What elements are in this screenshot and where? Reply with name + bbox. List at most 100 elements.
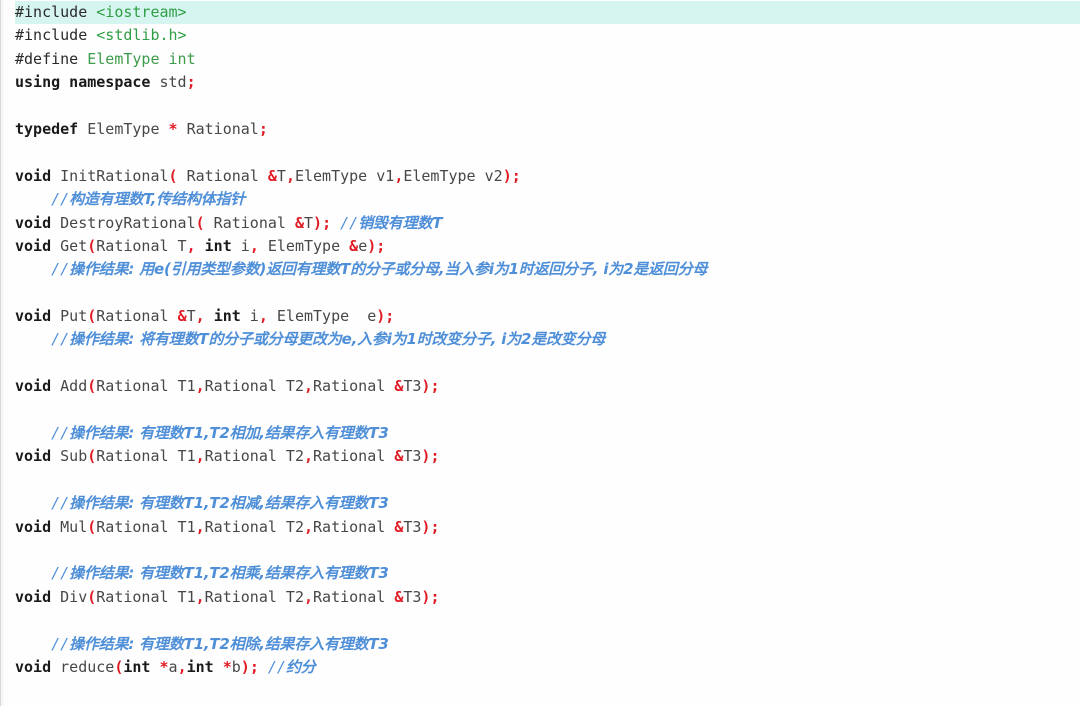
code-editor[interactable]: #include <iostream> #include <stdlib.h> #d… xyxy=(0,0,1080,706)
code-line[interactable]: //操作结果: 用e(引用类型参数)返回有理数T的分子或分母,当入参i为1时返回… xyxy=(15,258,1080,281)
code-token: * xyxy=(159,657,169,676)
code-line[interactable]: ​ xyxy=(15,352,1080,375)
code-line[interactable]: void Put(Rational &T, int i, ElemType e)… xyxy=(15,305,1080,328)
code-token: #include xyxy=(15,3,88,21)
code-line[interactable]: ​ xyxy=(15,282,1080,305)
code-token: ; xyxy=(385,307,395,326)
code-line[interactable]: //操作结果: 有理数T1,T2相除,结果存入有理数T3 xyxy=(15,633,1080,656)
code-token: ElemType e xyxy=(267,307,377,326)
code-token: T xyxy=(276,166,286,185)
code-line[interactable]: void DestroyRational( Rational &T); //销毁… xyxy=(15,212,1080,235)
code-line[interactable]: using namespace std; xyxy=(15,71,1080,94)
code-token: void xyxy=(15,236,52,255)
code-token: ; xyxy=(511,166,521,185)
code-token: e xyxy=(358,236,368,255)
code-token: void xyxy=(15,166,52,185)
code-line[interactable]: //操作结果: 有理数T1,T2相减,结果存入有理数T3 xyxy=(15,492,1080,515)
code-token: // xyxy=(15,494,70,513)
code-token: std xyxy=(159,73,187,92)
code-token: ( xyxy=(87,307,97,326)
code-token: // xyxy=(15,330,70,349)
code-line[interactable]: ​ xyxy=(15,399,1080,422)
code-token: & xyxy=(394,587,404,606)
code-line[interactable]: ​ xyxy=(15,141,1080,164)
code-token: void xyxy=(15,307,52,326)
code-line[interactable]: ​ xyxy=(15,539,1080,562)
code-token: 操作结果: 有理数T1,T2相加,结果存入有理数T3 xyxy=(69,424,389,443)
code-token: , xyxy=(394,166,404,185)
code-line[interactable]: void Div(Rational T1,Rational T2,Rationa… xyxy=(15,586,1080,609)
code-line[interactable]: void InitRational( Rational &T,ElemType … xyxy=(15,165,1080,188)
code-token: ElemType xyxy=(258,236,350,255)
code-token: , xyxy=(249,236,259,255)
code-line[interactable]: void Mul(Rational T1,Rational T2,Rationa… xyxy=(15,516,1080,539)
code-token: Rational T1 xyxy=(96,377,196,396)
code-token: ; xyxy=(249,657,259,676)
code-token: Get xyxy=(51,236,88,255)
code-token: * xyxy=(222,657,232,676)
code-token: 构造有理数T,传结构体指针 xyxy=(69,190,246,209)
code-token: , xyxy=(195,377,205,396)
code-token: ( xyxy=(195,213,205,232)
code-line[interactable]: ​ xyxy=(15,95,1080,118)
code-token: a xyxy=(168,657,178,676)
code-line[interactable]: #include <stdlib.h> xyxy=(15,24,1080,47)
code-token: int xyxy=(123,657,151,676)
code-line[interactable]: //操作结果: 有理数T1,T2相乘,结果存入有理数T3 xyxy=(15,562,1080,585)
code-token: Rational xyxy=(313,377,395,396)
code-line[interactable]: ​ xyxy=(15,469,1080,492)
code-token: ; xyxy=(186,73,196,92)
code-token: void xyxy=(15,377,52,396)
code-token: ; xyxy=(430,587,440,606)
code-line[interactable]: void Add(Rational T1,Rational T2,Rationa… xyxy=(15,375,1080,398)
code-token: InitRational xyxy=(51,166,169,185)
code-token: 操作结果: 有理数T1,T2相减,结果存入有理数T3 xyxy=(69,494,389,513)
code-token: , xyxy=(195,517,205,536)
code-token: Rational T2 xyxy=(204,377,304,396)
code-token: <stdlib.h> xyxy=(96,26,187,45)
code-token: ) xyxy=(502,166,512,185)
code-token: Sub xyxy=(51,447,88,466)
code-token: , xyxy=(186,236,196,255)
code-token: #define xyxy=(15,49,79,68)
code-line[interactable]: //构造有理数T,传结构体指针 xyxy=(15,188,1080,211)
code-token: ) xyxy=(240,657,250,676)
code-token: ; xyxy=(322,213,332,232)
code-token: 操作结果: 用e(引用类型参数)返回有理数T的分子或分母,当入参i为1时返回分子… xyxy=(69,260,708,279)
code-token: ; xyxy=(258,119,268,138)
code-line[interactable]: #define ElemType int xyxy=(15,48,1080,71)
code-line[interactable]: //操作结果: 将有理数T的分子或分母更改为e,入参i为1时改变分子, i为2是… xyxy=(15,328,1080,351)
code-token: , xyxy=(177,657,187,676)
code-token: Rational T2 xyxy=(204,587,304,606)
code-token: DestroyRational xyxy=(51,213,196,232)
code-token: & xyxy=(394,377,404,396)
code-text-area[interactable]: #include <iostream> #include <stdlib.h> #d… xyxy=(1,0,1080,679)
code-token: ( xyxy=(87,447,97,466)
code-token: void xyxy=(15,587,52,606)
code-token: ElemType v2 xyxy=(403,166,503,185)
code-line[interactable]: #include <iostream> xyxy=(15,1,1080,25)
code-token: Rational xyxy=(313,517,395,536)
code-token: Mul xyxy=(51,517,88,536)
code-line[interactable]: void reduce(int *a,int *b); //约分 xyxy=(15,656,1080,679)
code-token: ) xyxy=(367,236,377,255)
code-token: Put xyxy=(51,307,88,326)
code-token: 操作结果: 将有理数T的分子或分母更改为e,入参i为1时改变分子, i为2是改变… xyxy=(69,330,606,349)
code-token: void xyxy=(15,447,52,466)
code-token: , xyxy=(195,587,205,606)
code-line[interactable]: void Sub(Rational T1,Rational T2,Rationa… xyxy=(15,445,1080,468)
code-token: int xyxy=(213,307,241,326)
code-token: i xyxy=(240,307,259,326)
code-line[interactable]: //操作结果: 有理数T1,T2相加,结果存入有理数T3 xyxy=(15,422,1080,445)
code-token: & xyxy=(177,307,187,326)
code-line[interactable]: void Get(Rational T, int i, ElemType &e)… xyxy=(15,235,1080,258)
code-line[interactable]: ​ xyxy=(15,609,1080,632)
code-line[interactable]: typedef ElemType * Rational; xyxy=(15,118,1080,141)
code-token: & xyxy=(294,213,304,232)
code-token: 销毁有理数T xyxy=(358,213,443,232)
